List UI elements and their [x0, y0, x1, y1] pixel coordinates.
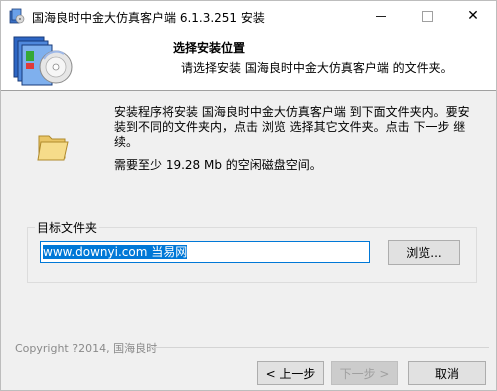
close-icon: ✕ [467, 8, 479, 24]
destination-path-value: www.downyi.com 当易网 [43, 245, 188, 259]
destination-path-input[interactable]: www.downyi.com 当易网 [40, 241, 370, 263]
maximize-icon [421, 10, 433, 22]
close-button[interactable]: ✕ [450, 1, 496, 31]
space-required: 需要至少 19.28 Mb 的空闲磁盘空间。 [114, 158, 322, 172]
copyright-text: Copyright ?2014, 国海良时 [15, 342, 158, 355]
maximize-button [404, 1, 450, 31]
installer-disc-icon [13, 36, 73, 86]
install-description: 安装程序将安装 国海良时中金大仿真客户端 到下面文件夹内。要安装到不同的文件夹内… [114, 105, 470, 149]
destination-group-label: 目标文件夹 [35, 219, 100, 236]
page-title: 选择安装位置 [173, 41, 246, 55]
minimize-button[interactable] [358, 1, 404, 31]
page-subtitle: 请选择安装 国海良时中金大仿真客户端 的文件夹。 [181, 61, 453, 75]
next-button: 下一步 > [331, 361, 398, 385]
installer-window: 国海良时中金大仿真客户端 6.1.3.251 安装 ✕ 选择安装位置 请选择安装… [0, 0, 497, 391]
window-title: 国海良时中金大仿真客户端 6.1.3.251 安装 [32, 11, 265, 25]
minimize-icon [376, 15, 386, 17]
back-button[interactable]: < 上一步 [257, 361, 324, 385]
cancel-button[interactable]: 取消 [408, 361, 486, 385]
folder-icon [37, 135, 69, 161]
header-banner: 选择安装位置 请选择安装 国海良时中金大仿真客户端 的文件夹。 [1, 31, 496, 91]
footer-divider [150, 347, 489, 348]
installer-app-icon [9, 8, 25, 24]
title-bar[interactable]: 国海良时中金大仿真客户端 6.1.3.251 安装 ✕ [1, 1, 496, 31]
browse-button[interactable]: 浏览... [388, 240, 460, 265]
